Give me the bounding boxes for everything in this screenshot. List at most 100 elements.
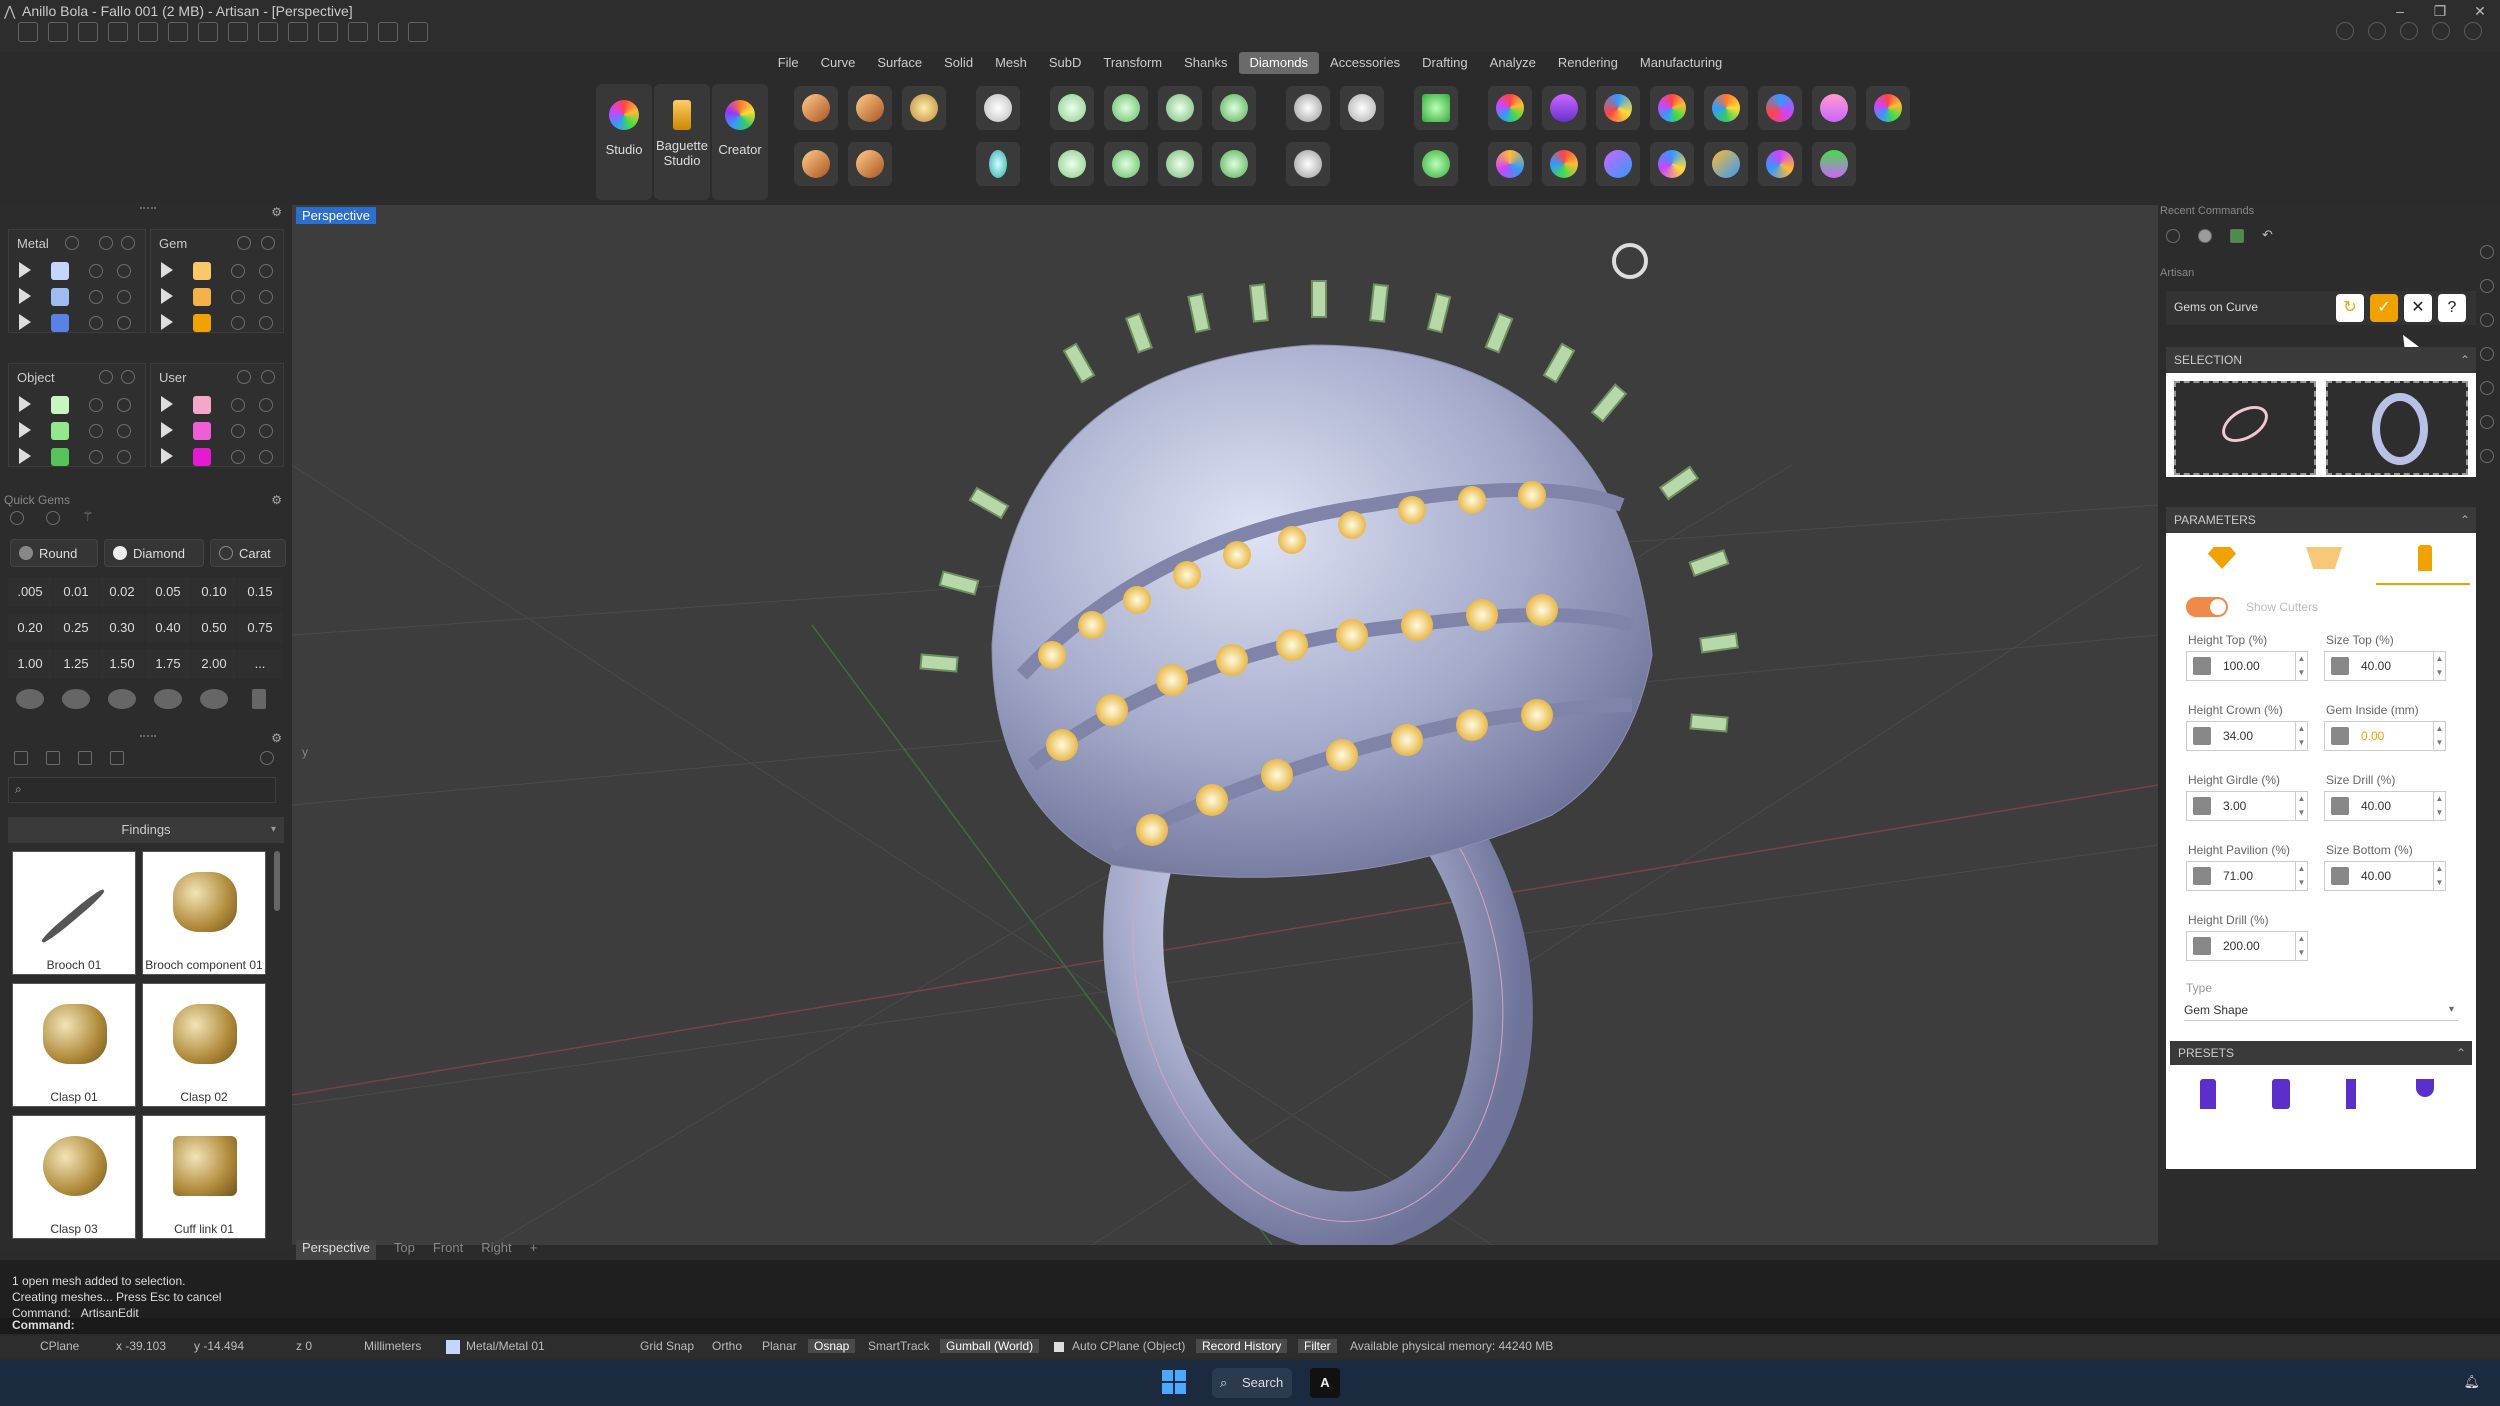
- analyze-gem-button[interactable]: [1488, 86, 1532, 130]
- eye-icon[interactable]: [259, 424, 273, 438]
- collapse-icon[interactable]: ⌃: [2456, 1041, 2466, 1065]
- play-icon[interactable]: [19, 448, 31, 464]
- color-swatch[interactable]: [193, 422, 211, 440]
- tools-icon[interactable]: [408, 22, 428, 42]
- cplane-label[interactable]: CPlane: [40, 1339, 79, 1353]
- display-icon[interactable]: [2480, 313, 2494, 327]
- setting-shape-2-icon[interactable]: [62, 689, 90, 709]
- menu-accessories[interactable]: Accessories: [1319, 52, 1411, 74]
- library-item[interactable]: Brooch component 01: [142, 851, 266, 975]
- color-swatch[interactable]: [51, 396, 69, 414]
- spinner-icon[interactable]: ▲ ▼: [2295, 722, 2307, 750]
- cancel-button[interactable]: ✕: [2404, 294, 2432, 322]
- eye-icon[interactable]: [259, 398, 273, 412]
- recent-command-2-icon[interactable]: [2198, 229, 2212, 243]
- current-layer[interactable]: Metal/Metal 01: [466, 1339, 545, 1353]
- cycle-icon[interactable]: [46, 511, 60, 525]
- gem-unit-select[interactable]: Carat: [210, 539, 286, 567]
- preset-4-icon[interactable]: [2416, 1079, 2434, 1097]
- spinner-icon[interactable]: ▲ ▼: [2295, 862, 2307, 890]
- osnap-toggle[interactable]: Osnap: [808, 1339, 856, 1353]
- recent-command-3-icon[interactable]: [2230, 229, 2244, 243]
- settings-icon[interactable]: [2400, 22, 2418, 40]
- color-swatch[interactable]: [51, 314, 69, 332]
- size-cell[interactable]: 0.10: [192, 577, 236, 607]
- library-item[interactable]: Clasp 02: [142, 983, 266, 1107]
- menu-rendering[interactable]: Rendering: [1547, 52, 1629, 74]
- tab-perspective[interactable]: Perspective: [296, 1240, 376, 1260]
- gem-tool-13-button[interactable]: [1704, 142, 1748, 186]
- color-swatch[interactable]: [193, 314, 211, 332]
- menu-subd[interactable]: SubD: [1038, 52, 1093, 74]
- tab-right[interactable]: Right: [481, 1240, 511, 1260]
- materials-icon[interactable]: [2480, 381, 2494, 395]
- lock-icon[interactable]: [237, 370, 251, 384]
- spinner-icon[interactable]: ▲ ▼: [2433, 652, 2445, 680]
- menu-file[interactable]: File: [767, 52, 810, 74]
- library-icon[interactable]: [2480, 415, 2494, 429]
- collapse-icon[interactable]: ⌃: [2460, 507, 2470, 533]
- layer-row[interactable]: [151, 422, 283, 444]
- size-cell[interactable]: 1.75: [146, 649, 190, 679]
- recent-command-1-icon[interactable]: [2166, 229, 2180, 243]
- layers-icon[interactable]: [2480, 279, 2494, 293]
- gumball-toggle[interactable]: Gumball (World): [940, 1339, 1040, 1353]
- cup-2-tool-button[interactable]: [1104, 142, 1148, 186]
- layer-row[interactable]: [9, 288, 145, 310]
- gem-material-select[interactable]: Diamond: [104, 539, 204, 567]
- menu-transform[interactable]: Transform: [1092, 52, 1173, 74]
- setting-shape-6-icon[interactable]: [252, 689, 266, 709]
- setting-tab-icon[interactable]: [2306, 547, 2342, 569]
- new-file-icon[interactable]: [18, 22, 38, 42]
- menu-drafting[interactable]: Drafting: [1411, 52, 1479, 74]
- color-swatch[interactable]: [193, 288, 211, 306]
- eye-icon[interactable]: [117, 264, 131, 278]
- height-drill-input[interactable]: 200.00 ▲ ▼: [2186, 931, 2308, 961]
- oval-gem-button[interactable]: [976, 142, 1020, 186]
- maximize-button[interactable]: ❐: [2420, 0, 2460, 22]
- size-cell[interactable]: .005: [8, 577, 52, 607]
- spinner-icon[interactable]: ▲ ▼: [2295, 932, 2307, 960]
- lock-icon[interactable]: [231, 424, 245, 438]
- height-girdle-input[interactable]: 3.00 ▲ ▼: [2186, 791, 2308, 821]
- grid-snap-toggle[interactable]: Grid Snap: [640, 1339, 694, 1353]
- confirm-button[interactable]: ✓: [2370, 294, 2398, 322]
- lock-icon[interactable]: [89, 264, 103, 278]
- menu-analyze[interactable]: Analyze: [1479, 52, 1547, 74]
- save-to-library-icon[interactable]: [78, 751, 92, 765]
- eye-icon[interactable]: [121, 370, 135, 384]
- layer-row[interactable]: [9, 262, 145, 284]
- gem-line-2-tool-button[interactable]: [848, 86, 892, 130]
- import-icon[interactable]: [288, 22, 308, 42]
- folder-icon[interactable]: [14, 751, 28, 765]
- gem-tool-7-button[interactable]: [1812, 86, 1856, 130]
- play-icon[interactable]: [19, 288, 31, 304]
- settings-icon[interactable]: [318, 22, 338, 42]
- gem-tool-5-button[interactable]: [1704, 86, 1748, 130]
- grip-handle[interactable]: [140, 207, 156, 209]
- size-cell[interactable]: 1.50: [100, 649, 144, 679]
- undo-command-icon[interactable]: ↶: [2262, 227, 2273, 243]
- color-swatch[interactable]: [51, 262, 69, 280]
- size-cell[interactable]: 0.30: [100, 613, 144, 643]
- lock-icon[interactable]: [231, 450, 245, 464]
- tab-top[interactable]: Top: [394, 1240, 415, 1260]
- cutter-tab-icon[interactable]: [2418, 545, 2432, 571]
- size-cell[interactable]: 0.40: [146, 613, 190, 643]
- size-cell[interactable]: 0.50: [192, 613, 236, 643]
- target-icon[interactable]: [10, 511, 24, 525]
- lock-icon[interactable]: [231, 316, 245, 330]
- layer-row[interactable]: [9, 448, 145, 470]
- wand-icon[interactable]: ⚚: [82, 509, 94, 525]
- menu-shanks[interactable]: Shanks: [1173, 52, 1238, 74]
- type-select[interactable]: Gem Shape ▾: [2184, 999, 2458, 1021]
- cutter-tool-button[interactable]: [1414, 86, 1458, 130]
- layer-row[interactable]: [151, 396, 283, 418]
- setting-shape-5-icon[interactable]: [200, 689, 228, 709]
- lock-icon[interactable]: [231, 290, 245, 304]
- gem-color-button[interactable]: [1650, 86, 1694, 130]
- play-icon[interactable]: [19, 422, 31, 438]
- smarttrack-toggle[interactable]: SmartTrack: [868, 1339, 930, 1353]
- eye-icon[interactable]: [117, 316, 131, 330]
- setting-shape-1-icon[interactable]: [16, 689, 44, 709]
